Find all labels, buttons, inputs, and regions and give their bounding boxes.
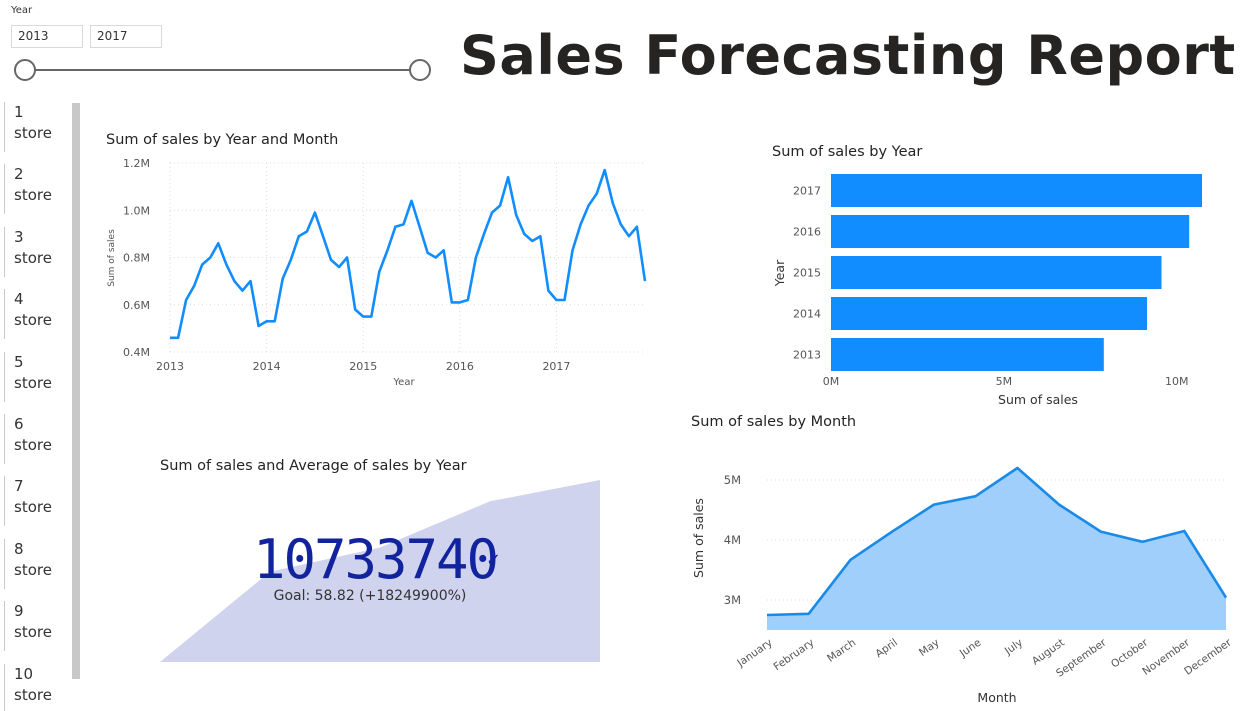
store-label: store [14, 248, 52, 267]
store-slicer-list: 1 store 2 store 3 store 4 store 5 store 6 store 7 sto… [0, 102, 70, 711]
x-tick-label: 2013 [156, 360, 184, 373]
store-number: 6 [14, 415, 24, 433]
y-axis-label: Sum of sales [107, 229, 117, 287]
store-number: 5 [14, 352, 24, 371]
store-list-scrollbar[interactable] [72, 103, 80, 679]
store-item-10[interactable]: 10 store [4, 663, 68, 711]
x-axis-label: Year [392, 377, 415, 388]
bar-2015 [831, 256, 1162, 289]
y-tick-label: 0.6M [123, 299, 150, 312]
bar-2013 [831, 338, 1104, 371]
store-label: store [14, 311, 52, 330]
y-axis-label: Sum of sales [691, 498, 706, 578]
y-tick-label: 0.8M [123, 252, 150, 265]
store-number: 4 [14, 290, 24, 309]
x-tick-label: 2014 [253, 360, 281, 373]
area-chart[interactable]: 3M 4M 5M JanuaryFebruary March April May June Ju… [685, 440, 1240, 710]
x-tick-label: 2016 [446, 360, 474, 373]
y-tick-label: 2014 [793, 308, 821, 321]
x-tick-label: June [957, 637, 983, 661]
store-label: store [14, 560, 52, 579]
store-number: 3 [14, 227, 24, 246]
bar-chart-title: Sum of sales by Year [772, 144, 923, 160]
year-start-input[interactable]: 2013 [11, 25, 83, 48]
kpi-value: 10733740 [252, 528, 499, 591]
store-label: store [14, 685, 52, 704]
store-number: 7 [14, 477, 24, 496]
y-tick-label: 3M [724, 593, 741, 607]
store-number: 8 [14, 539, 24, 558]
store-item-8[interactable]: 8 store [4, 538, 68, 589]
y-tick-label: 2015 [793, 267, 821, 280]
store-item-4[interactable]: 4 store [4, 289, 68, 340]
area-fill [767, 468, 1226, 630]
x-tick-label: March [825, 637, 858, 665]
store-item-5[interactable]: 5 store [4, 351, 68, 402]
store-item-2[interactable]: 2 store [4, 164, 68, 215]
x-axis-label: Month [977, 690, 1016, 705]
store-number: 1 [14, 103, 24, 121]
year-slider-end-handle[interactable] [409, 59, 431, 81]
y-tick-label: 1.2M [123, 157, 150, 170]
x-tick-label: 2017 [542, 360, 570, 373]
kpi-check-icon: ✓ [486, 550, 502, 571]
bar-2014 [831, 297, 1147, 330]
y-axis-label: Year [772, 259, 787, 287]
year-slicer-label: Year [11, 5, 33, 16]
store-number: 2 [14, 165, 24, 184]
sales-line [170, 168, 647, 340]
x-tick-label: 2015 [349, 360, 377, 373]
x-tick-label: July [1002, 637, 1025, 658]
report-title: Sales Forecasting Report [460, 24, 1236, 87]
x-tick-label: May [917, 637, 942, 659]
bar-chart[interactable]: 2017 2016 2015 2014 20130M 5M 10M Sum of sales Y… [765, 165, 1205, 410]
y-tick-label: 4M [724, 533, 741, 547]
x-tick-label: 10M [1165, 375, 1189, 388]
store-item-7[interactable]: 7 store [4, 476, 68, 527]
x-tick-label: 5M [996, 375, 1013, 388]
bar-2017 [831, 174, 1202, 207]
store-label: store [14, 124, 52, 142]
kpi-title: Sum of sales and Average of sales by Yea… [160, 458, 467, 474]
x-tick-label: 0M [823, 375, 840, 388]
x-tick-label: February [771, 637, 816, 674]
year-slider-start-handle[interactable] [14, 59, 36, 81]
store-label: store [14, 623, 52, 642]
year-slider-track[interactable] [26, 69, 420, 71]
y-tick-label: 5M [724, 473, 741, 487]
kpi-goal: Goal: 58.82 (+18249900%) [273, 588, 467, 604]
year-end-input[interactable]: 2017 [90, 25, 162, 48]
y-tick-label: 2017 [793, 185, 821, 198]
x-tick-label: April [873, 637, 900, 661]
store-item-6[interactable]: 6 store [4, 414, 68, 464]
store-label: store [14, 498, 52, 517]
y-tick-label: 1.0M [123, 204, 150, 217]
bar-2016 [831, 215, 1190, 248]
store-label: store [14, 436, 52, 454]
y-tick-label: 0.4M [123, 346, 150, 359]
store-label: store [14, 373, 52, 392]
store-item-9[interactable]: 9 store [4, 601, 68, 652]
store-label: store [14, 186, 52, 205]
x-axis-label: Sum of sales [998, 392, 1078, 407]
y-tick-label: 2013 [793, 349, 821, 362]
x-tick-label: January [734, 637, 774, 670]
store-item-1[interactable]: 1 store [4, 102, 68, 152]
x-tick-label: August [1030, 637, 1067, 668]
line-chart-title: Sum of sales by Year and Month [106, 132, 339, 148]
area-chart-title: Sum of sales by Month [691, 414, 857, 430]
store-item-3[interactable]: 3 store [4, 226, 68, 277]
x-tick-label: December [1182, 636, 1234, 677]
y-tick-label: 2016 [793, 226, 821, 239]
store-number: 9 [14, 602, 24, 621]
store-number: 10 [14, 664, 34, 683]
line-chart[interactable]: 0.4M 0.6M 0.8M 1.0M 1.2M 2013 2014 2015 2016 2017… [100, 150, 660, 395]
